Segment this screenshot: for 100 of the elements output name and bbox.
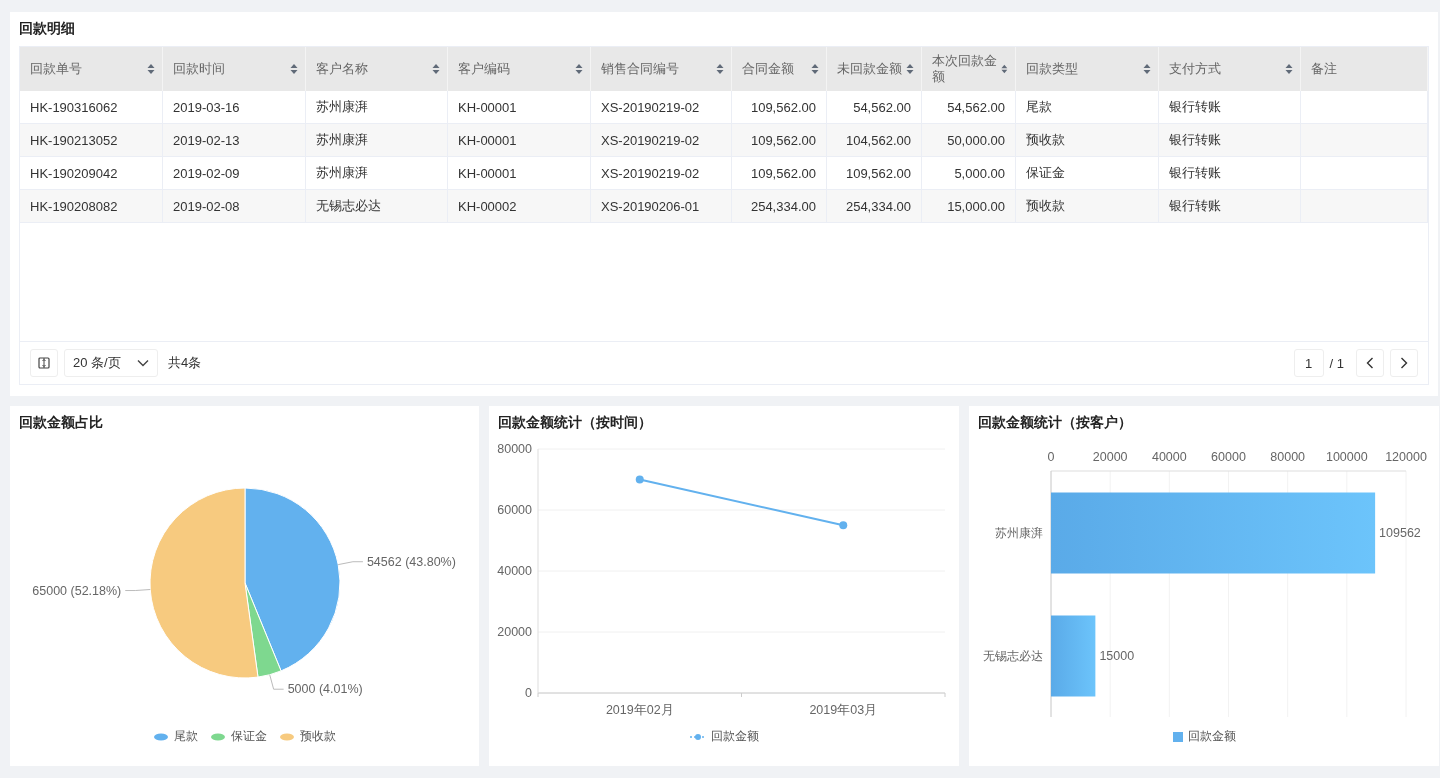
- column-label: 回款单号: [30, 61, 82, 77]
- page-count: / 1: [1329, 355, 1344, 371]
- axis-tick-label: 40000: [1151, 450, 1187, 464]
- column-header[interactable]: 客户名称: [306, 47, 448, 91]
- column-header[interactable]: 合同金额: [732, 47, 827, 91]
- column-label: 本次回款金额: [932, 53, 998, 85]
- table-cell: 109,562.00: [845, 165, 911, 181]
- card-title: 回款金额统计（按客户）: [978, 413, 1133, 432]
- column-header[interactable]: 未回款金额: [827, 47, 922, 91]
- column-header[interactable]: 客户编码: [448, 47, 591, 91]
- chevron-right-icon: [1400, 357, 1408, 369]
- column-label: 客户编码: [458, 61, 510, 77]
- sort-icon[interactable]: [432, 63, 440, 75]
- axis-tick-label: 60000: [497, 503, 532, 517]
- data-label: 65000 (52.18%): [32, 583, 122, 598]
- table-cell: 109,562.00: [750, 99, 816, 115]
- axis-tick-label: 20000: [1092, 450, 1128, 464]
- table-cell: 2019-02-13: [173, 132, 240, 148]
- chevron-left-icon: [1366, 357, 1374, 369]
- axis-tick-label: 80000: [1270, 450, 1306, 464]
- table-cell: 54,562.00: [853, 99, 911, 115]
- page-size-select[interactable]: 20 条/页: [64, 349, 158, 377]
- leader-line: [269, 674, 285, 690]
- table-cell: HK-190208082: [30, 198, 118, 214]
- chevron-down-icon: [137, 359, 149, 367]
- table-cell: 54,562.00: [947, 99, 1005, 115]
- sort-icon[interactable]: [1001, 63, 1008, 75]
- axis-tick-label: 0: [525, 686, 532, 700]
- table-cell: 2019-02-08: [173, 198, 240, 214]
- column-header[interactable]: 支付方式: [1159, 47, 1301, 91]
- legend-label[interactable]: 回款金额: [1187, 728, 1236, 745]
- table-cell: XS-20190219-02: [601, 165, 700, 181]
- column-label: 客户名称: [316, 61, 368, 77]
- table-cell: HK-190316062: [30, 99, 118, 115]
- legend-label[interactable]: 预收款: [300, 728, 336, 745]
- table-cell: HK-190209042: [30, 165, 118, 181]
- table-cell: 109,562.00: [750, 132, 816, 148]
- table-cell: 254,334.00: [845, 198, 911, 214]
- legend-marker-icon: [1172, 731, 1183, 742]
- column-label: 支付方式: [1169, 61, 1221, 77]
- table-cell: XS-20190219-02: [601, 132, 700, 148]
- sort-icon[interactable]: [575, 63, 583, 75]
- sort-icon[interactable]: [906, 63, 914, 75]
- column-label: 回款类型: [1026, 61, 1078, 77]
- card-title: 回款金额统计（按时间）: [498, 413, 653, 432]
- sort-icon[interactable]: [1143, 63, 1151, 75]
- total-count: 共4条: [168, 354, 202, 372]
- table-cell: 预收款: [1026, 131, 1065, 149]
- sort-icon[interactable]: [1285, 63, 1293, 75]
- column-label: 合同金额: [742, 61, 794, 77]
- table-cell: 苏州康湃: [316, 131, 368, 149]
- column-icon: [38, 357, 50, 369]
- table-cell: 109,562.00: [750, 165, 816, 181]
- axis-tick-label: 40000: [497, 564, 532, 578]
- column-header[interactable]: 本次回款金额: [922, 47, 1016, 91]
- table-cell: 尾款: [1026, 98, 1052, 116]
- legend-marker-icon: [210, 732, 226, 741]
- sort-icon[interactable]: [147, 63, 155, 75]
- axis-tick-label: 0: [1047, 450, 1055, 464]
- axis-tick-label: 120000: [1385, 450, 1427, 464]
- column-label: 备注: [1311, 61, 1337, 77]
- table-cell: 254,334.00: [750, 198, 816, 214]
- axis-tick-label: 80000: [497, 442, 532, 456]
- column-label: 未回款金额: [837, 61, 902, 77]
- axis-category-label: 无锡志必达: [983, 649, 1043, 662]
- column-toggle-button[interactable]: [30, 349, 58, 377]
- table-cell: 2019-02-09: [173, 165, 240, 181]
- legend-label[interactable]: 尾款: [174, 728, 198, 745]
- axis-category-label: 苏州康湃: [995, 526, 1043, 539]
- axis-category-label: 2019年02月: [605, 703, 674, 717]
- legend-label[interactable]: 保证金: [231, 728, 267, 745]
- column-header[interactable]: 回款时间: [163, 47, 306, 91]
- axis-category-label: 2019年03月: [809, 703, 878, 717]
- table-cell: KH-00001: [458, 132, 517, 148]
- leader-line: [337, 561, 364, 566]
- data-point: [635, 475, 644, 484]
- table-cell: 银行转账: [1169, 131, 1221, 149]
- column-header[interactable]: 销售合同编号: [591, 47, 732, 91]
- table-cell: XS-20190219-02: [601, 99, 700, 115]
- table-cell: 50,000.00: [947, 132, 1005, 148]
- column-label: 销售合同编号: [601, 61, 679, 77]
- axis-tick-label: 20000: [497, 625, 532, 639]
- column-header[interactable]: 回款单号: [20, 47, 163, 91]
- sort-icon[interactable]: [716, 63, 724, 75]
- legend-label[interactable]: 回款金额: [710, 728, 759, 745]
- table-cell: KH-00002: [458, 198, 517, 214]
- table-cell: 银行转账: [1169, 98, 1221, 116]
- table-cell: 无锡志必达: [316, 197, 381, 215]
- table-cell: 104,562.00: [845, 132, 911, 148]
- page-input[interactable]: 1: [1293, 349, 1324, 377]
- next-page-button[interactable]: [1390, 349, 1418, 377]
- leader-line: [124, 589, 151, 592]
- sort-icon[interactable]: [811, 63, 819, 75]
- panel-title: 回款明细: [19, 19, 76, 38]
- previous-page-button[interactable]: [1356, 349, 1384, 377]
- sort-icon[interactable]: [290, 63, 298, 75]
- axis-tick-label: 100000: [1325, 450, 1368, 464]
- column-header[interactable]: 回款类型: [1016, 47, 1159, 91]
- data-label: 109562: [1379, 525, 1421, 540]
- table-cell: 银行转账: [1169, 164, 1221, 182]
